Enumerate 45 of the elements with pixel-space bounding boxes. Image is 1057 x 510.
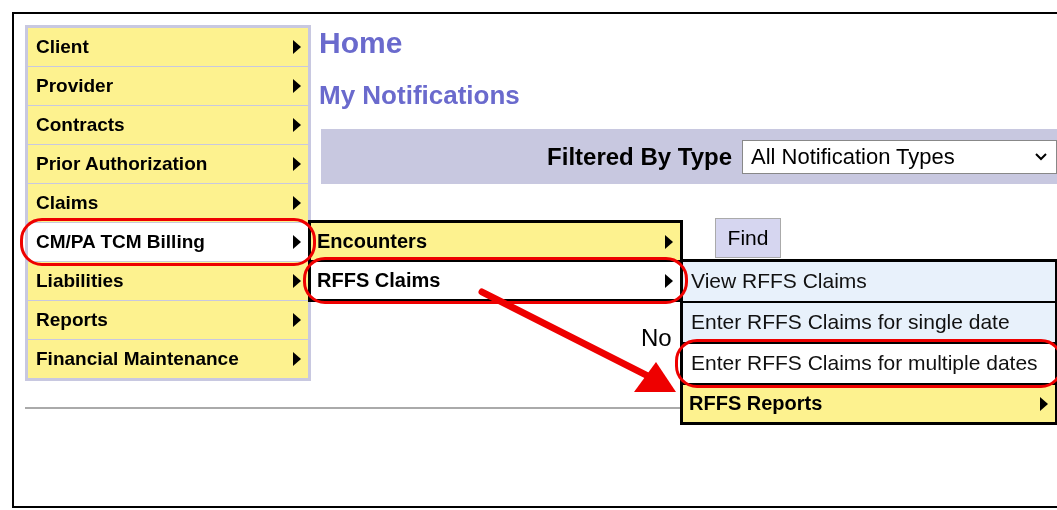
menu-item[interactable]: Contracts — [28, 106, 308, 144]
menu-item[interactable]: Reports — [28, 301, 308, 339]
caret-icon — [664, 272, 674, 289]
menu-label: Provider — [36, 75, 114, 97]
menu-item[interactable]: View RFFS Claims — [683, 262, 1055, 301]
menu-label: CM/PA TCM Billing — [36, 231, 205, 253]
caret-icon — [292, 78, 302, 94]
section-title: My Notifications — [319, 79, 520, 111]
menu-item[interactable]: Client — [28, 28, 308, 66]
menu-item[interactable]: Liabilities — [28, 262, 308, 300]
menu-item[interactable]: Enter RFFS Claims for single date — [683, 303, 1055, 342]
caret-icon — [292, 117, 302, 133]
page-title: Home — [319, 25, 403, 61]
caret-icon — [292, 273, 302, 289]
menu-item[interactable]: Provider — [28, 67, 308, 105]
menu-item[interactable]: Prior Authorization — [28, 145, 308, 183]
caret-icon — [292, 351, 302, 367]
caret-icon — [292, 312, 302, 328]
caret-icon — [292, 39, 302, 55]
menu-label: Financial Maintenance — [36, 348, 239, 370]
menu-label: RFFS Claims — [317, 269, 441, 292]
menu-label: Prior Authorization — [36, 153, 208, 175]
menu-item[interactable]: CM/PA TCM Billing — [28, 223, 308, 261]
menu-item[interactable]: Claims — [28, 184, 308, 222]
menu-label: Contracts — [36, 114, 125, 136]
find-button[interactable]: Find — [714, 218, 782, 258]
menu-label: Client — [36, 36, 89, 58]
menu-item[interactable]: Financial Maintenance — [28, 340, 308, 378]
message-text: No — [641, 324, 672, 352]
menu-label: RFFS Reports — [689, 392, 823, 415]
menu-item[interactable]: Enter RFFS Claims for multiple dates — [683, 344, 1055, 383]
chevron-down-icon — [1034, 151, 1048, 162]
type-select[interactable]: All Notification Types — [742, 139, 1057, 174]
caret-icon — [292, 234, 302, 250]
caret-icon — [292, 195, 302, 211]
menu-label: Liabilities — [36, 270, 124, 292]
menu-item[interactable]: RFFS Reports — [683, 385, 1055, 422]
menu-label: Claims — [36, 192, 99, 214]
menu-label: Encounters — [317, 230, 428, 253]
caret-icon — [1039, 395, 1049, 412]
filter-label: Filtered By Type — [547, 142, 732, 171]
caret-icon — [664, 233, 674, 250]
caret-icon — [292, 156, 302, 172]
menu-item[interactable]: RFFS Claims — [311, 262, 680, 299]
menu-label: Reports — [36, 309, 108, 331]
